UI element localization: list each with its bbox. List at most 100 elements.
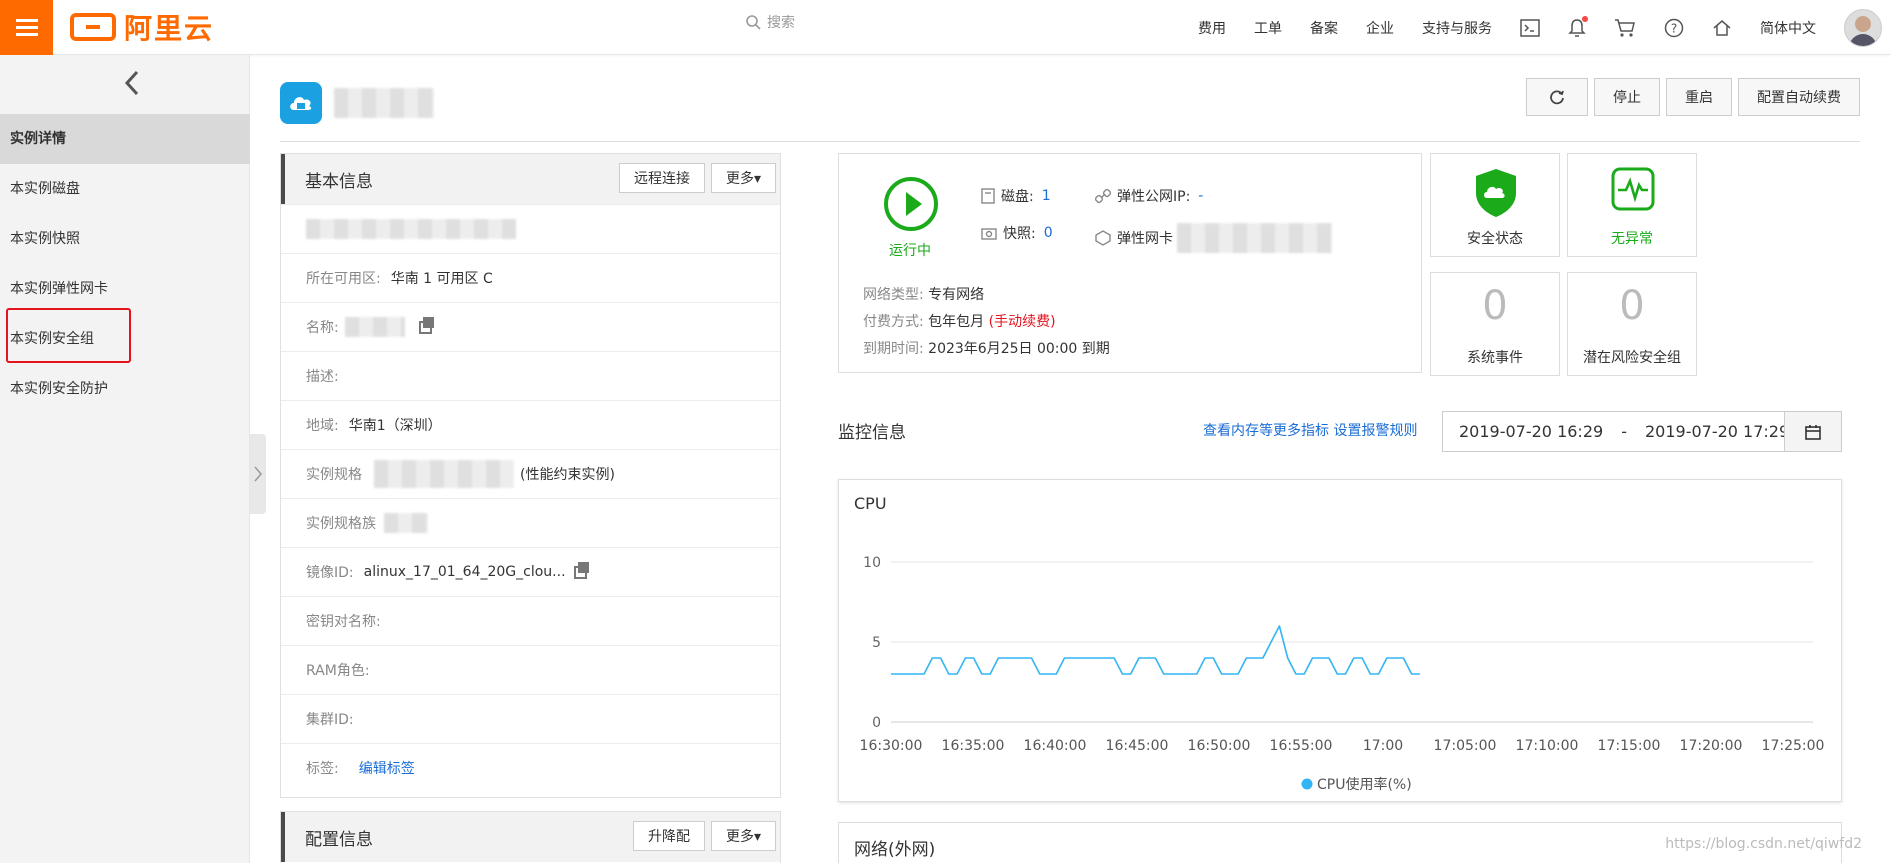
system-events-tile[interactable]: 0 系统事件 [1430, 272, 1560, 376]
menu-icon[interactable] [0, 0, 53, 55]
logo-text: 阿里云 [124, 12, 215, 45]
svg-text:?: ? [1671, 21, 1677, 35]
terminal-icon[interactable] [1506, 18, 1554, 37]
snapshot-value[interactable]: 0 [1044, 225, 1053, 241]
date-range-picker[interactable]: 2019-07-20 16:29 - 2019-07-20 17:29 [1442, 411, 1842, 452]
x-tick-label: 16:55:00 [1270, 738, 1333, 754]
calendar-button[interactable] [1784, 412, 1841, 451]
x-tick-label: 17:15:00 [1598, 738, 1661, 754]
pulse-icon [1611, 167, 1655, 211]
sidebar-item-eni[interactable]: 本实例弹性网卡 [0, 264, 250, 314]
x-tick-label: 17:10:00 [1516, 738, 1579, 754]
system-events-count: 0 [1482, 283, 1508, 329]
disk-count: 磁盘: 1 [981, 186, 1051, 206]
x-tick-label: 16:30:00 [860, 738, 923, 754]
instance-name-redacted [334, 88, 434, 118]
risk-label: 潜在风险安全组 [1583, 350, 1681, 366]
x-tick-label: 17:25:00 [1762, 738, 1825, 754]
sidebar-item-instance-details[interactable]: 实例详情 [0, 114, 250, 164]
basic-info-header: 基本信息 远程连接 更多▾ [281, 154, 780, 204]
instance-header: 停止 重启 配置自动续费 [280, 76, 1860, 142]
edit-tags-link[interactable]: 编辑标签 [359, 758, 415, 778]
ram-row: RAM角色: [281, 645, 780, 694]
search-box[interactable]: 搜索 [745, 12, 795, 32]
range-separator: - [1621, 422, 1627, 441]
region-value: 华南1（深圳） [348, 418, 442, 434]
sidebar-item-security-protection[interactable]: 本实例安全防护 [0, 364, 250, 414]
risk-security-group-tile[interactable]: 0 潜在风险安全组 [1567, 272, 1697, 376]
instance-status-card: 运行中 磁盘: 1 快照: 0 弹性公网IP: - 弹性网卡 网络类型: 专有网… [838, 153, 1422, 373]
spec-row: 实例规格 (性能约束实例) [281, 449, 780, 498]
network-type-label: 网络类型: [863, 287, 924, 303]
upgrade-button[interactable]: 升降配 [632, 821, 705, 851]
eni-label: 弹性网卡 [1117, 231, 1173, 247]
spec-family-label: 实例规格族 [306, 516, 376, 532]
x-tick-label: 17:05:00 [1434, 738, 1497, 754]
ram-label: RAM角色: [306, 663, 370, 679]
eip-value: - [1198, 188, 1204, 204]
tags-row: 标签: 编辑标签 [281, 743, 780, 792]
system-events-label: 系统事件 [1467, 350, 1523, 366]
x-tick-label: 16:50:00 [1188, 738, 1251, 754]
stop-button[interactable]: 停止 [1594, 78, 1660, 116]
config-info-title: 配置信息 [305, 829, 373, 850]
x-tick-label: 17:00 [1363, 738, 1403, 754]
monitor-title: 监控信息 [838, 423, 906, 443]
security-status-tile[interactable]: 安全状态 [1430, 153, 1560, 257]
language-switch[interactable]: 简体中文 [1746, 18, 1830, 38]
nav-fees[interactable]: 费用 [1184, 18, 1240, 38]
spec-family-row: 实例规格族 [281, 498, 780, 547]
search-icon [746, 15, 761, 30]
back-arrow-icon[interactable] [118, 69, 146, 97]
more-button[interactable]: 更多▾ [710, 163, 776, 193]
bell-icon[interactable] [1554, 15, 1600, 38]
y-tick-label: 5 [872, 635, 881, 651]
running-status: 运行中 [889, 243, 931, 259]
legend-marker [1301, 778, 1313, 790]
network-card-icon [1095, 230, 1111, 246]
config-info-header: 配置信息 升降配 更多▾ [281, 812, 780, 862]
sidebar-item-snapshots[interactable]: 本实例快照 [0, 214, 250, 264]
search-placeholder: 搜索 [767, 15, 795, 31]
no-anomaly-tile[interactable]: 无异常 [1567, 153, 1697, 257]
help-icon[interactable]: ? [1650, 18, 1698, 38]
image-row: 镜像ID: alinux_17_01_64_20G_clou... [281, 547, 780, 596]
home-icon[interactable] [1698, 18, 1746, 38]
eni-info: 弹性网卡 [1095, 223, 1332, 253]
snapshot-icon [981, 228, 997, 240]
cpu-chart: 0 5 10 16:30:00 16:35:00 16:40:00 16:45:00 16:5… [860, 555, 1825, 793]
nav-support[interactable]: 支持与服务 [1408, 18, 1506, 38]
copy-image-icon[interactable] [573, 561, 589, 579]
calendar-icon [1805, 424, 1821, 440]
copy-icon[interactable] [418, 316, 434, 334]
zone-label: 所在可用区: [306, 271, 381, 287]
billing-label: 付费方式: [863, 314, 924, 330]
remote-connect-button[interactable]: 远程连接 [618, 163, 705, 193]
cloud-server-icon [280, 82, 322, 124]
notification-dot [1582, 15, 1588, 22]
billing-value: 包年包月 [928, 314, 985, 330]
config-more-button[interactable]: 更多▾ [710, 821, 776, 851]
nav-tickets[interactable]: 工单 [1240, 18, 1296, 38]
range-start: 2019-07-20 16:29 [1459, 422, 1604, 441]
sidebar-collapse-handle[interactable] [250, 434, 266, 514]
top-nav: 费用 工单 备案 企业 支持与服务 ? 简体中文 [1184, 0, 1890, 55]
snapshot-count: 快照: 0 [981, 223, 1053, 243]
auto-renew-button[interactable]: 配置自动续费 [1738, 78, 1860, 116]
restart-button[interactable]: 重启 [1666, 78, 1732, 116]
disk-value[interactable]: 1 [1042, 188, 1051, 204]
eni-redacted [1177, 223, 1332, 253]
aliyun-logo[interactable]: 阿里云 [70, 10, 215, 45]
cluster-row: 集群ID: [281, 694, 780, 743]
refresh-button[interactable] [1526, 78, 1588, 116]
instance-id-redacted [306, 219, 516, 239]
avatar[interactable] [1844, 8, 1882, 47]
sidebar-item-disks[interactable]: 本实例磁盘 [0, 164, 250, 214]
nav-enterprise[interactable]: 企业 [1352, 18, 1408, 38]
monitor-links[interactable]: 查看内存等更多指标 设置报警规则 [1203, 420, 1417, 440]
region-label: 地域: [306, 418, 339, 434]
cart-icon[interactable] [1600, 18, 1650, 38]
spec-redacted [374, 460, 514, 488]
keypair-label: 密钥对名称: [306, 614, 381, 630]
nav-icp[interactable]: 备案 [1296, 18, 1352, 38]
